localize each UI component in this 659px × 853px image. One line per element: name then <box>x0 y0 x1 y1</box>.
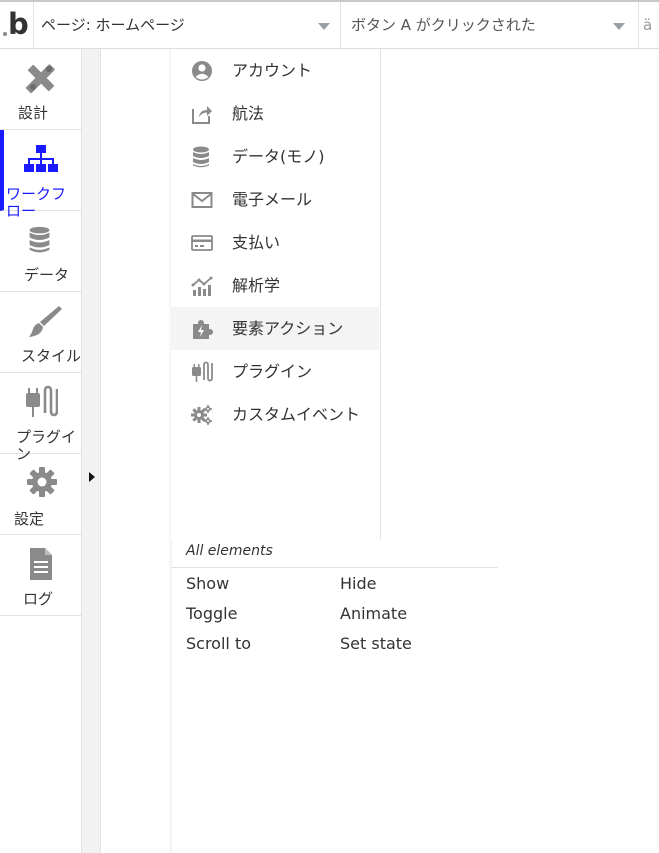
logo-letter: b <box>8 7 29 41</box>
gears-icon <box>191 405 212 425</box>
menu-item-label: アカウント <box>232 61 313 80</box>
sidebar-item-settings[interactable]: 設定 <box>0 454 81 535</box>
submenu-heading: All elements <box>186 543 273 559</box>
left-sidebar: 設計 ワークフロー データ スタイル プラグイン 設定 ログ <box>0 49 82 853</box>
menu-item-label: 要素アクション <box>232 319 344 338</box>
bubble-logo[interactable]: b <box>0 2 34 49</box>
plug-icon <box>192 361 213 382</box>
gear-icon <box>27 467 57 497</box>
menu-item-label: 解析学 <box>232 276 281 295</box>
sidebar-item-workflow[interactable]: ワークフロー <box>0 130 81 220</box>
menu-item-label: プラグイン <box>232 362 313 381</box>
plug-icon <box>26 385 58 417</box>
sidebar-item-label: 設定 <box>14 510 45 528</box>
menu-item-payments[interactable]: 支払い <box>171 221 379 264</box>
menu-item-label: カスタムイベント <box>232 405 361 424</box>
document-icon <box>30 548 52 580</box>
menu-item-data-things[interactable]: データ(モノ) <box>171 135 379 178</box>
sidebar-item-label: データ <box>24 266 70 284</box>
sidebar-item-label: スタイル <box>21 347 82 365</box>
top-bar: b ページ: ホームページ ボタン A がクリックされた ä <box>0 0 659 49</box>
sidebar-item-style[interactable]: スタイル <box>0 292 81 373</box>
action-show[interactable]: Show <box>186 574 229 593</box>
action-animate[interactable]: Animate <box>340 604 407 623</box>
panel-gutter <box>82 49 101 853</box>
chevron-down-icon <box>318 23 330 30</box>
third-selector-label: ä <box>643 16 653 34</box>
action-set-state[interactable]: Set state <box>340 634 412 653</box>
database-icon <box>29 226 50 253</box>
analytics-icon <box>191 276 213 296</box>
action-category-menu: アカウント 航法 データ(モノ) 電子メール 支払い 解析学 要素アクション プ… <box>171 49 381 539</box>
menu-item-email[interactable]: 電子メール <box>171 178 379 221</box>
menu-item-label: 支払い <box>232 233 281 252</box>
menu-item-analytics[interactable]: 解析学 <box>171 264 379 307</box>
page-selector-label: ページ: ホームページ <box>41 16 185 34</box>
menu-item-navigation[interactable]: 航法 <box>171 92 379 135</box>
share-arrow-icon <box>192 106 212 124</box>
menu-item-custom-events[interactable]: カスタムイベント <box>171 393 379 436</box>
puzzle-icon <box>193 320 213 339</box>
sidebar-item-plugins[interactable]: プラグイン <box>0 373 81 463</box>
envelope-icon <box>191 192 213 208</box>
menu-item-label: 航法 <box>232 104 265 123</box>
brush-icon <box>29 306 62 337</box>
action-toggle[interactable]: Toggle <box>186 604 237 623</box>
chevron-down-icon <box>613 23 625 30</box>
third-selector[interactable]: ä <box>639 2 659 49</box>
design-pencil-ruler-icon <box>25 64 55 94</box>
sidebar-item-data[interactable]: データ <box>0 211 81 292</box>
submenu-divider <box>171 567 498 568</box>
sidebar-item-design[interactable]: 設計 <box>0 49 81 130</box>
sidebar-item-label: 設計 <box>18 104 49 122</box>
expand-arrow-icon[interactable] <box>89 472 95 482</box>
sidebar-item-logs[interactable]: ログ <box>0 535 81 616</box>
menu-item-plugins[interactable]: プラグイン <box>171 350 379 393</box>
action-hide[interactable]: Hide <box>340 574 376 593</box>
sidebar-item-label: ログ <box>23 590 54 608</box>
account-icon <box>192 61 212 81</box>
event-selector[interactable]: ボタン A がクリックされた <box>341 2 639 49</box>
menu-item-label: 電子メール <box>232 190 313 209</box>
menu-item-element-actions[interactable]: 要素アクション <box>171 307 379 350</box>
event-selector-label: ボタン A がクリックされた <box>351 16 536 34</box>
database-icon <box>193 146 209 168</box>
menu-item-account[interactable]: アカウント <box>171 49 379 92</box>
page-selector[interactable]: ページ: ホームページ <box>34 2 341 49</box>
menu-item-label: データ(モノ) <box>232 147 325 166</box>
workflow-hierarchy-icon <box>24 145 58 172</box>
logo-dot <box>3 32 7 36</box>
action-scroll-to[interactable]: Scroll to <box>186 634 251 653</box>
credit-card-icon <box>191 235 213 251</box>
